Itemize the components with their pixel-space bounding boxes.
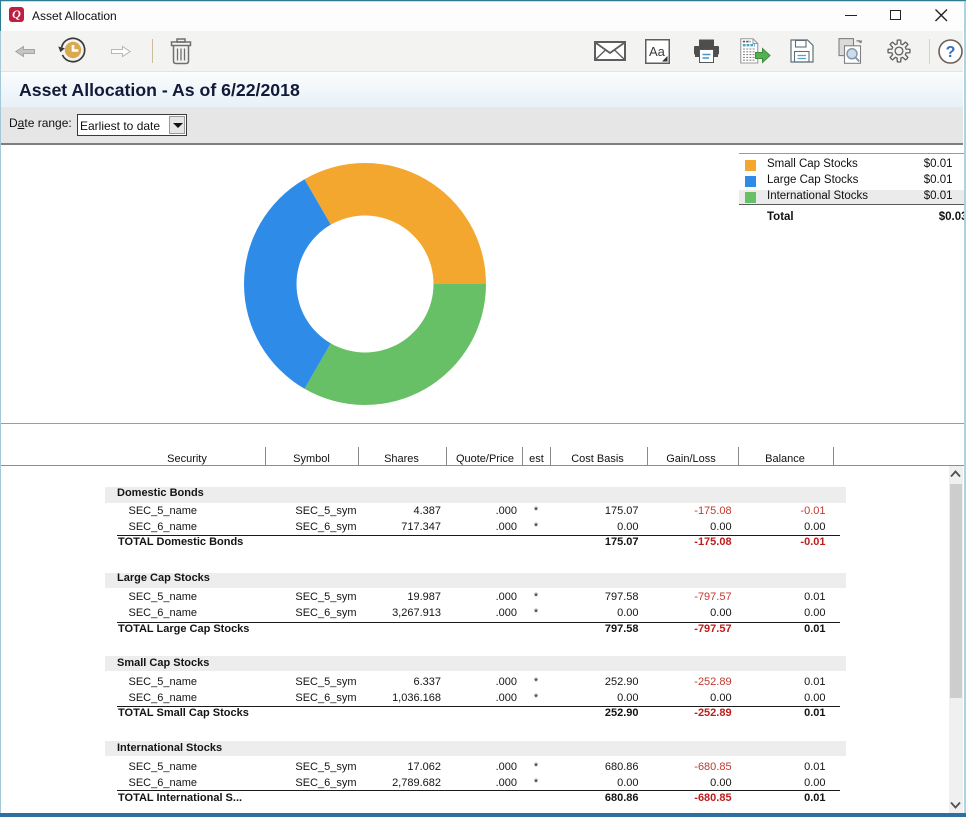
svg-text:Aa: Aa [649,44,666,59]
svg-text:?: ? [946,44,956,61]
